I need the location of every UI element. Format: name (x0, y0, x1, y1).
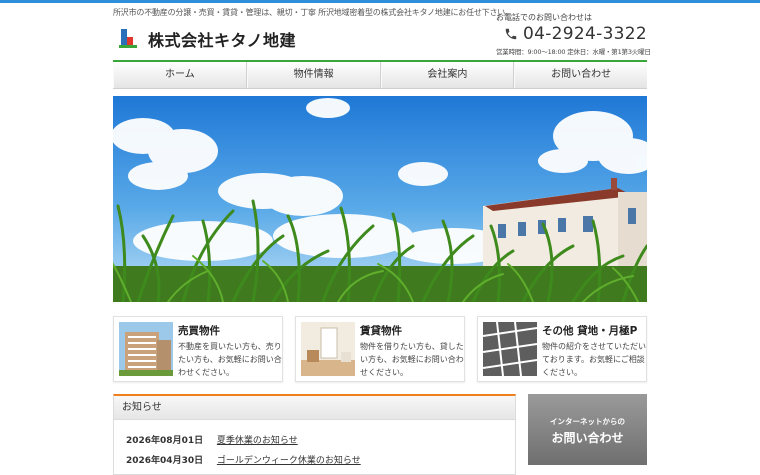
contact-banner-main: お問い合わせ (551, 431, 624, 445)
news-heading: お知らせ (114, 396, 515, 420)
business-hours: 営業時間：9:00～18:00 定休日：水曜・第1第3火曜日 (496, 48, 651, 56)
category-other[interactable]: その他 貸地・月極P 物件の紹介をさせていただいております。お気軽にご相談くださ… (477, 316, 647, 382)
news-item: 2026年04月30日 ゴールデンウィーク休業のお知らせ (126, 453, 361, 466)
tel-caption: お電話でのお問い合わせは (496, 13, 592, 22)
nav-item-contact[interactable]: お問い合わせ (514, 62, 647, 88)
news-item: 2026年08月01日 夏季休業のお知らせ (126, 433, 298, 446)
news-link[interactable]: 夏季休業のお知らせ (217, 436, 298, 446)
contact-banner-button[interactable]: インターネットからの お問い合わせ (528, 394, 647, 465)
category-rent[interactable]: 賃貸物件 物件を借りたい方も、貸したい方も、お気軽にお問い合わせください。 (295, 316, 465, 382)
sale-building-image (119, 322, 173, 376)
header-tagline: 所沢市の不動産の分譲・売買・賃貸・管理は、親切・丁寧 所沢地域密着型の株式会社キ… (113, 8, 513, 17)
nav-item-properties[interactable]: 物件情報 (246, 62, 381, 88)
nav-item-company[interactable]: 会社案内 (380, 62, 515, 88)
news-link[interactable]: ゴールデンウィーク休業のお知らせ (217, 456, 361, 466)
tel-number[interactable]: 04-2924-3322 (523, 24, 647, 44)
category-other-desc: 物件の紹介をさせていただいております。お気軽にご相談ください。 (542, 342, 646, 377)
category-sale[interactable]: 売買物件 不動産を買いたい方も、売りたい方も、お気軽にお問い合わせください。 (113, 316, 283, 382)
news-date: 2026年04月30日 (126, 456, 204, 466)
contact-banner-sub: インターネットからの (550, 417, 625, 426)
phone-contact-box: お電話でのお問い合わせは 04-2924-3322 営業時間：9:00～18:0… (496, 12, 656, 56)
category-sale-title: 売買物件 (178, 325, 220, 337)
category-other-title: その他 貸地・月極P (542, 325, 638, 337)
global-nav: ホーム 物件情報 会社案内 お問い合わせ (113, 60, 647, 89)
category-sale-desc: 不動産を買いたい方も、売りたい方も、お気軽にお問い合わせください。 (178, 342, 282, 377)
rent-room-image (301, 322, 355, 376)
parking-lot-image (483, 322, 537, 376)
nav-item-home[interactable]: ホーム (113, 62, 247, 88)
site-name[interactable]: 株式会社キタノ地建 (148, 27, 296, 51)
company-logo-icon[interactable] (119, 29, 139, 49)
news-date: 2026年08月01日 (126, 436, 204, 446)
category-rent-title: 賃貸物件 (360, 325, 402, 337)
category-rent-desc: 物件を借りたい方も、貸したい方も、お気軽にお問い合わせください。 (360, 342, 464, 377)
news-section: お知らせ 2026年08月01日 夏季休業のお知らせ 2026年04月30日 ゴ… (113, 394, 516, 475)
category-boxes: 売買物件 不動産を買いたい方も、売りたい方も、お気軽にお問い合わせください。 賃… (113, 316, 647, 382)
phone-icon (505, 28, 517, 40)
page-container: 所沢市の不動産の分譲・売買・賃貸・管理は、親切・丁寧 所沢地域密着型の株式会社キ… (113, 0, 651, 475)
hero-image (113, 96, 647, 302)
